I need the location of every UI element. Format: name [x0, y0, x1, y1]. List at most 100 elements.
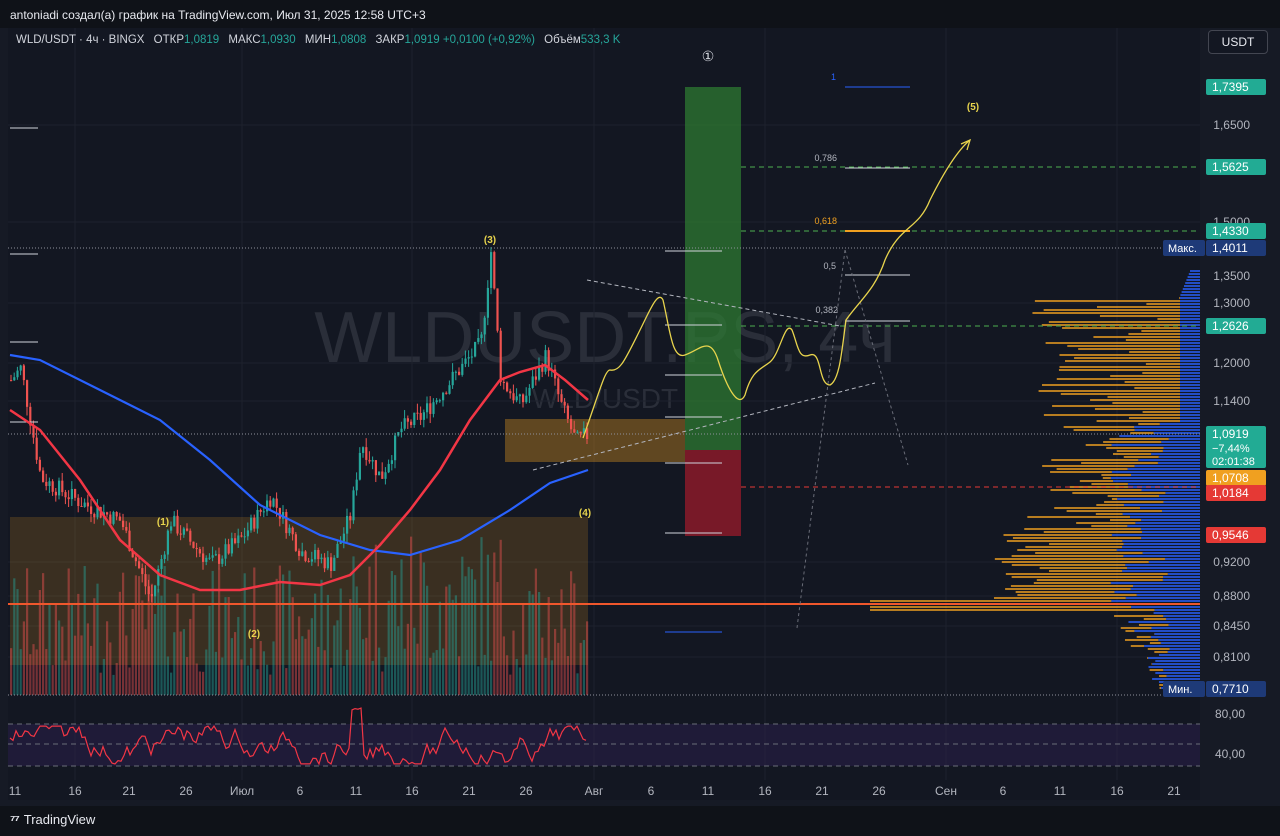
volume-bar: [259, 641, 262, 695]
vp-bar-blue: [1134, 630, 1200, 632]
watermark-pair: WLD/USDT: [532, 383, 678, 414]
candle-body: [298, 550, 301, 556]
volume-bar: [541, 637, 544, 695]
volume-bar: [355, 586, 358, 695]
volume-bar: [490, 660, 493, 695]
price-label: 0,7710: [1212, 682, 1249, 696]
tradingview-logo[interactable]: ⁷⁷ TradingView: [10, 812, 95, 827]
candle-body: [291, 527, 294, 535]
vp-bar-blue: [1141, 519, 1200, 521]
volume-bar: [445, 586, 448, 695]
candle-body: [371, 460, 374, 462]
candle-body: [294, 534, 297, 551]
volume-bar: [582, 640, 585, 695]
vp-bar: [1141, 330, 1180, 332]
candle-body: [173, 515, 176, 527]
candle-body: [301, 551, 304, 556]
candle-body: [442, 392, 445, 401]
volume-bar: [432, 652, 435, 695]
candle-body: [406, 418, 409, 422]
fib-label: 0,786: [814, 153, 837, 163]
candle-body: [531, 376, 534, 388]
candle-body: [285, 511, 288, 534]
vp-bar-blue: [1122, 513, 1200, 515]
vp-bar: [1104, 501, 1164, 503]
vp-bar: [1093, 336, 1180, 338]
volume-bar: [320, 579, 323, 695]
vp-bar: [1145, 363, 1180, 365]
candle-body: [387, 463, 390, 473]
vp-bar-blue: [1181, 291, 1200, 293]
candle-body: [144, 574, 147, 587]
volume-bar: [499, 539, 502, 695]
candle-body: [499, 330, 502, 382]
vp-bar-blue: [1180, 366, 1200, 368]
x-tick: 21: [462, 784, 476, 798]
vp-bar: [1103, 441, 1162, 443]
vp-bar-blue: [1127, 567, 1200, 569]
symbol-legend: WLD/USDT · 4ч · BINGX ОТКР1,0819 МАКС1,0…: [16, 34, 620, 46]
volume-bar: [314, 593, 317, 695]
volume-bar: [390, 570, 393, 695]
vp-bar: [1051, 459, 1139, 461]
vp-bar: [1147, 648, 1170, 650]
candle-body: [58, 480, 61, 496]
price-label: 1,7395: [1212, 80, 1249, 94]
volume-bar: [566, 656, 569, 695]
candle-body: [211, 555, 214, 558]
vp-bar-blue: [1180, 393, 1200, 395]
vp-bar: [1043, 414, 1180, 416]
volume-bar: [138, 576, 141, 695]
vp-bar-blue: [1122, 570, 1200, 572]
volume-bar: [80, 635, 83, 695]
volume-bar: [22, 621, 25, 695]
fib-labels: 1 0,786 0,618 0,5 0,382: [814, 72, 838, 315]
volume-bar: [371, 660, 374, 695]
vp-bar: [1090, 399, 1180, 401]
vp-bar-blue: [1136, 594, 1200, 596]
volume-bar: [458, 656, 461, 695]
candle-body: [515, 396, 518, 401]
volume-bar: [278, 565, 281, 695]
candle-body: [38, 459, 41, 471]
volume-bar: [134, 575, 137, 695]
volume-bar: [86, 623, 89, 695]
currency-button[interactable]: USDT: [1208, 30, 1268, 54]
volume-bar: [218, 568, 221, 695]
candle-body: [346, 515, 349, 534]
candle-body: [230, 538, 233, 554]
chart-canvas[interactable]: WLDUSDT.PS, 4ч WLD/USDT 10,7860,6180,50,…: [0, 0, 1280, 836]
candle-body: [560, 394, 563, 402]
volume-bar: [282, 574, 285, 695]
volume-bar: [195, 663, 198, 695]
candle-body: [307, 560, 310, 562]
vp-bar: [1056, 468, 1128, 470]
vp-bar-blue: [1180, 372, 1200, 374]
volume-bar: [96, 583, 99, 695]
vp-bar: [1005, 588, 1131, 590]
volume-bar: [240, 659, 243, 695]
vp-bar: [1102, 477, 1111, 479]
candle-body: [26, 380, 29, 407]
candle-body: [490, 252, 493, 288]
candle-body: [518, 394, 521, 397]
volume-bar: [106, 621, 109, 695]
vp-bar-blue: [1164, 558, 1200, 560]
volume-bar: [346, 649, 349, 695]
candle-body: [246, 530, 249, 537]
vp-bar: [1091, 483, 1128, 485]
vp-bar-blue: [1180, 312, 1200, 314]
vp-bar: [1136, 636, 1151, 638]
vp-bar-blue: [1180, 420, 1200, 422]
candle-body: [365, 447, 368, 460]
vp-bar: [1081, 462, 1158, 464]
candle-body: [566, 405, 569, 419]
candle-body: [323, 557, 326, 569]
candle-body: [80, 505, 83, 507]
candle-body: [496, 288, 499, 331]
candle-body: [22, 365, 25, 381]
legend-low-label: МИН: [304, 34, 332, 46]
vp-bar: [1157, 318, 1180, 320]
candle-body: [400, 428, 403, 433]
vp-bar: [1059, 366, 1180, 368]
